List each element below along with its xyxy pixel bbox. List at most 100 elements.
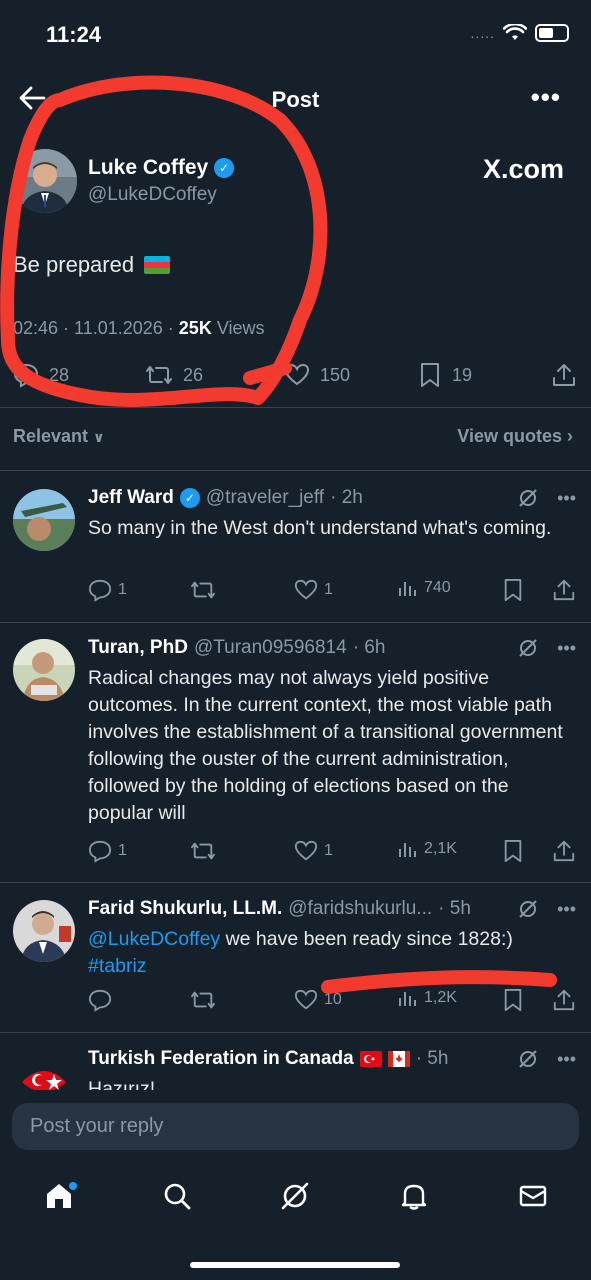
reply-author-name[interactable]: Jeff Ward — [88, 487, 174, 509]
post-actions: 28 26 150 19 — [0, 360, 591, 394]
views-button[interactable]: 2,1K — [398, 839, 457, 859]
reply-button[interactable]: 1 — [88, 839, 127, 863]
like-button[interactable]: 150 — [284, 362, 350, 388]
reply-button[interactable]: 28 — [13, 362, 69, 388]
repost-button[interactable]: 26 — [145, 362, 203, 388]
post-meta: 02:46 · 11.01.2026 · 25K Views — [13, 318, 265, 339]
bookmark-button[interactable] — [502, 578, 524, 602]
like-count: 150 — [320, 364, 351, 385]
verified-badge-icon: ✓ — [214, 158, 235, 178]
reply-author-name[interactable]: Turan, PhD — [88, 637, 188, 659]
analytics-icon — [399, 582, 416, 596]
status-time: 11:24 — [46, 22, 102, 47]
bookmark-button[interactable]: 19 — [418, 362, 472, 388]
reply-text: So many in the West don't understand wha… — [88, 517, 552, 539]
views-count: 1,2K — [424, 989, 457, 1006]
nav-messages[interactable] — [515, 1178, 551, 1214]
view-quotes-link[interactable]: View quotes › — [457, 426, 573, 447]
more-options-icon[interactable]: ••• — [557, 1049, 576, 1070]
reply-avatar[interactable] — [13, 489, 75, 551]
bookmark-icon — [504, 989, 522, 1011]
reply-icon — [88, 579, 112, 602]
repost-button[interactable] — [190, 839, 216, 863]
bookmark-icon — [421, 363, 439, 387]
mention-link[interactable]: @LukeDCoffey — [88, 928, 220, 950]
reply-author-handle[interactable]: @Turan09596814 — [194, 637, 347, 659]
reply-input[interactable] — [12, 1103, 579, 1150]
list-item[interactable]: Jeff Ward ✓ @traveler_jeff · 2h ••• So m… — [0, 487, 591, 607]
more-options-icon[interactable]: ••• — [531, 82, 561, 113]
more-options-icon[interactable]: ••• — [557, 638, 576, 659]
list-item[interactable]: Turan, PhD @Turan09596814 · 6h ••• Radic… — [0, 637, 591, 872]
like-button[interactable]: 10 — [294, 988, 342, 1012]
grok-icon[interactable] — [517, 1048, 539, 1070]
reply-actions: 1 1 2,1K — [88, 839, 577, 865]
share-button[interactable] — [552, 578, 576, 602]
repost-icon — [190, 842, 215, 860]
analytics-icon — [399, 992, 416, 1006]
share-button[interactable] — [552, 839, 576, 863]
reply-text: Hazırız! — [88, 1078, 156, 1090]
nav-search[interactable] — [159, 1178, 195, 1214]
reply-author-name[interactable]: Farid Shukurlu, LL.M. — [88, 898, 282, 920]
reply-composer[interactable] — [12, 1103, 579, 1150]
reply-author-handle[interactable]: @traveler_jeff — [206, 487, 324, 509]
watermark: X.com — [482, 154, 564, 184]
reply-header-actions: ••• — [517, 1048, 576, 1070]
views-button[interactable]: 1,2K — [398, 988, 457, 1008]
azerbaijan-flag-icon — [144, 256, 171, 274]
hashtag-link[interactable]: #tabriz — [88, 955, 147, 977]
wifi-icon — [503, 24, 527, 40]
battery-icon — [535, 24, 569, 42]
share-button[interactable] — [552, 988, 576, 1012]
reply-button[interactable]: 1 — [88, 578, 127, 602]
list-item[interactable]: Farid Shukurlu, LL.M. @faridshukurlu... … — [0, 898, 591, 1023]
reply-author-name[interactable]: Turkish Federation in Canada — [88, 1048, 354, 1070]
list-item[interactable]: Turkish Federation in Canada · 5h ••• Ha… — [0, 1048, 591, 1090]
views-button[interactable]: 740 — [398, 578, 451, 598]
bookmark-button[interactable] — [502, 839, 524, 863]
bottom-nav — [0, 1168, 591, 1228]
author-name[interactable]: Luke Coffey ✓ — [88, 156, 235, 180]
turkey-flag-icon — [359, 1051, 382, 1067]
view-quotes-label: View quotes — [457, 426, 562, 446]
reply-count: 28 — [49, 364, 70, 385]
nav-home[interactable] — [41, 1178, 77, 1214]
grok-icon[interactable] — [517, 487, 539, 509]
share-icon — [553, 840, 575, 862]
bookmark-icon — [504, 840, 522, 862]
like-button[interactable]: 1 — [294, 839, 333, 863]
reply-avatar[interactable] — [18, 1056, 70, 1090]
author-avatar[interactable] — [13, 149, 77, 213]
reply-text: Radical changes may not always yield pos… — [88, 667, 563, 824]
like-button[interactable]: 1 — [294, 578, 333, 602]
views-count: 740 — [424, 579, 451, 596]
repost-icon — [146, 366, 172, 384]
more-options-icon[interactable]: ••• — [557, 488, 576, 509]
author-handle[interactable]: @LukeDCoffey — [88, 184, 217, 206]
grok-icon[interactable] — [517, 637, 539, 659]
notification-dot — [69, 1182, 77, 1190]
nav-notifications[interactable] — [396, 1178, 432, 1214]
reply-button[interactable] — [88, 988, 112, 1012]
reply-count: 1 — [118, 842, 127, 859]
signal-icon: ..... — [470, 25, 495, 41]
share-button[interactable] — [551, 362, 577, 388]
like-count: 1 — [324, 581, 333, 598]
post-text: Be prepared — [13, 252, 171, 278]
chevron-right-icon: › — [567, 426, 573, 446]
reply-header: Turan, PhD @Turan09596814 · 6h — [88, 637, 385, 659]
reply-actions: 1 1 740 — [88, 578, 577, 604]
nav-grok[interactable] — [277, 1178, 313, 1214]
bookmark-button[interactable] — [502, 988, 524, 1012]
reply-author-handle[interactable]: @faridshukurlu... — [288, 898, 432, 920]
reply-avatar[interactable] — [13, 900, 75, 962]
heart-icon — [294, 989, 318, 1010]
reply-avatar[interactable] — [13, 639, 75, 701]
sort-dropdown[interactable]: Relevant ∨ — [13, 426, 104, 447]
repost-button[interactable] — [190, 988, 216, 1012]
repost-button[interactable] — [190, 578, 216, 602]
grok-icon[interactable] — [517, 898, 539, 920]
more-options-icon[interactable]: ••• — [557, 899, 576, 920]
reply-header: Jeff Ward ✓ @traveler_jeff · 2h — [88, 487, 363, 509]
